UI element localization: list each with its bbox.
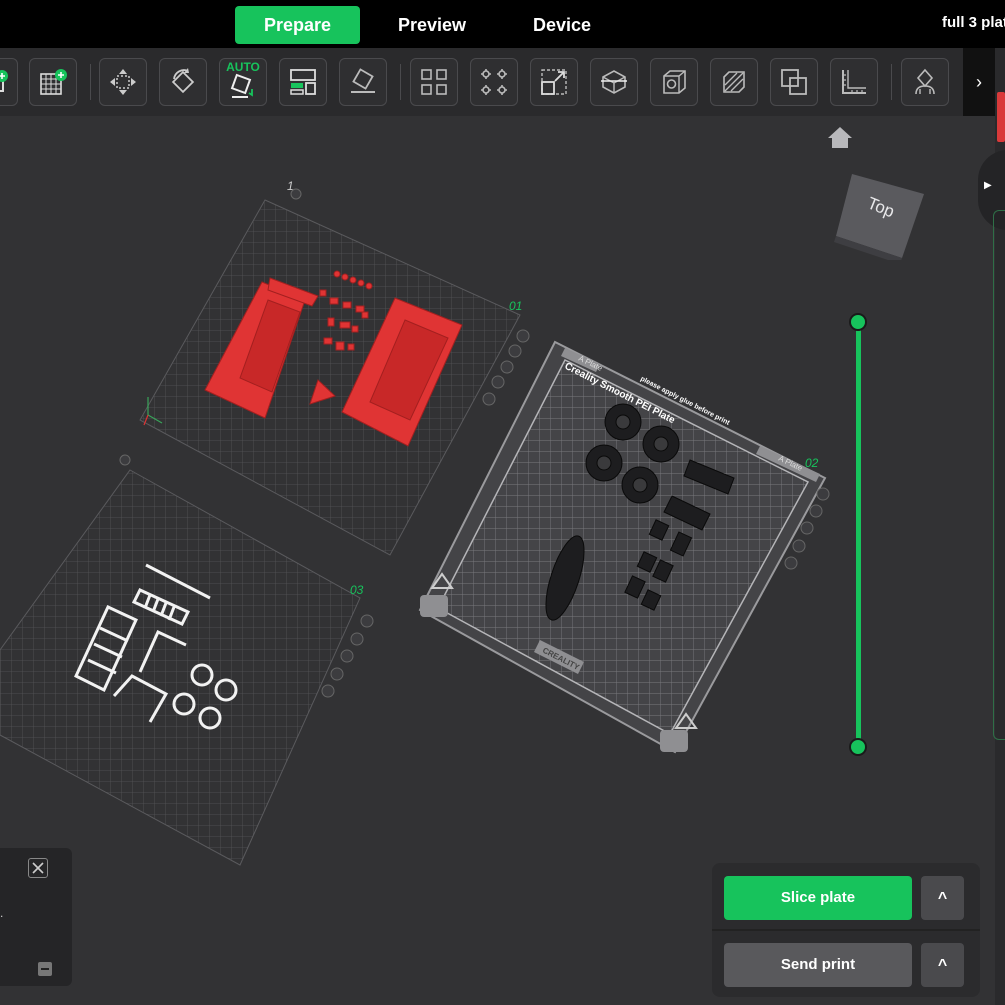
action-panel: Slice plate ^ Send print ^: [712, 863, 980, 997]
slice-plate-button[interactable]: Slice plate: [724, 876, 912, 920]
notification-minimize-button[interactable]: [38, 962, 52, 976]
plate-03[interactable]: 03: [0, 454, 374, 866]
plate-01[interactable]: 1 01: [139, 179, 530, 556]
notification-panel: .: [0, 848, 72, 986]
plate-label-02: 02: [805, 456, 819, 470]
plate-01-lock-icon[interactable]: [290, 188, 302, 200]
slice-options-button[interactable]: ^: [921, 876, 964, 920]
layer-slider-bottom-handle[interactable]: [849, 738, 867, 756]
plate-label-03: 03: [350, 583, 364, 597]
layer-slider-track[interactable]: [856, 322, 861, 747]
view-cube[interactable]: Top: [832, 160, 928, 260]
send-print-button[interactable]: Send print: [724, 943, 912, 987]
layer-slider-top-handle[interactable]: [849, 313, 867, 331]
notification-text: .: [0, 906, 4, 920]
slicer-app: Prepare Preview Device full 3 plate AUTO: [0, 0, 1005, 1005]
home-view-icon[interactable]: [826, 124, 854, 152]
plate-label-01: 01: [509, 299, 522, 313]
sidebar-indicator: [997, 92, 1005, 142]
close-icon: [32, 862, 44, 874]
sidebar-panel-edge: [993, 210, 1005, 740]
plate-02-bed[interactable]: A Plate A Plate Creality Smooth PEI Plat…: [418, 340, 830, 754]
send-options-button[interactable]: ^: [921, 943, 964, 987]
notification-close-button[interactable]: [28, 858, 48, 878]
